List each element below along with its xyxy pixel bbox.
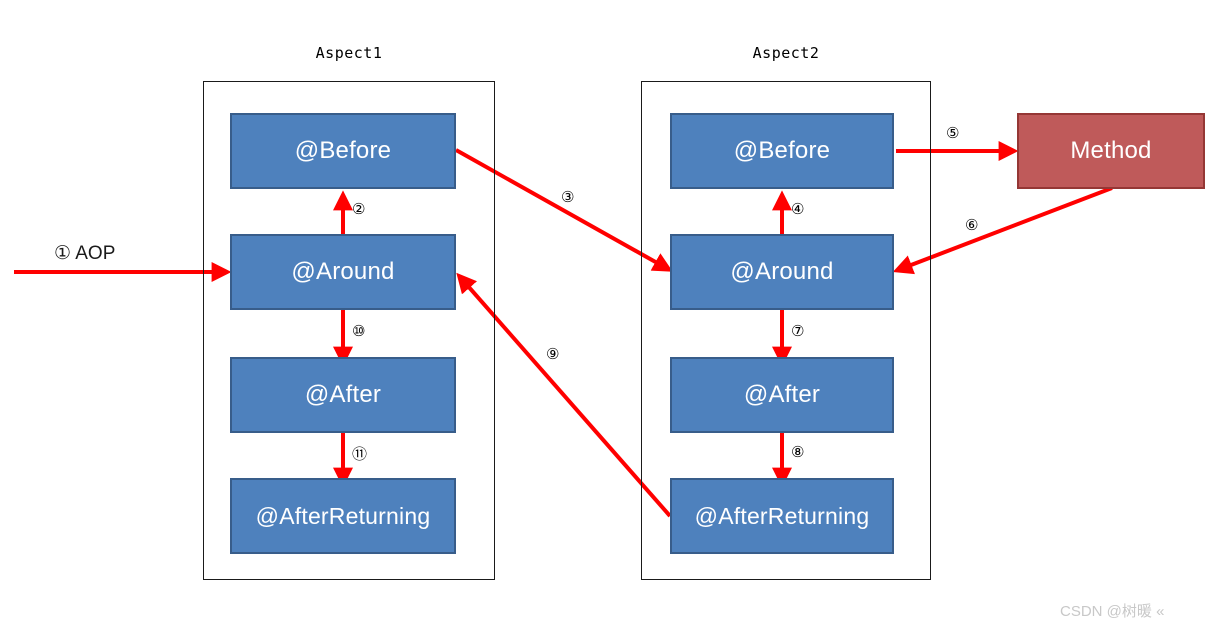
flow-label-2: ②	[352, 200, 366, 218]
flow-label-5: ⑤	[946, 124, 960, 142]
node-label: @Around	[730, 258, 834, 285]
node-aspect1-after[interactable]: @After	[230, 357, 456, 433]
node-label: @Around	[291, 258, 395, 285]
flow-label-1: ① AOP	[54, 243, 116, 264]
node-label: @After	[304, 381, 382, 408]
node-aspect1-afterreturning[interactable]: @AfterReturning	[230, 478, 456, 554]
flow-label-3: ③	[561, 188, 575, 206]
node-label: @AfterReturning	[255, 502, 431, 529]
node-aspect2-around[interactable]: @Around	[670, 234, 894, 310]
csdn-watermark: CSDN @树暖 «	[1060, 603, 1165, 620]
node-label: @Before	[733, 137, 831, 164]
flow-label-6: ⑥	[965, 216, 979, 234]
node-label: @AfterReturning	[694, 502, 870, 529]
node-method[interactable]: Method	[1017, 113, 1205, 189]
node-aspect2-afterreturning[interactable]: @AfterReturning	[670, 478, 894, 554]
flow-label-8: ⑧	[791, 443, 805, 461]
node-label: Method	[1070, 137, 1152, 164]
aspect1-title: Aspect1	[315, 44, 383, 62]
flow-label-10: ⑩	[352, 322, 366, 340]
flow-label-4: ④	[791, 200, 805, 218]
aspect2-title: Aspect2	[752, 44, 820, 62]
node-label: @Before	[294, 137, 392, 164]
flow-label-11: ⑪	[352, 445, 368, 463]
node-aspect2-before[interactable]: @Before	[670, 113, 894, 189]
flow-label-7: ⑦	[791, 322, 805, 340]
node-aspect2-after[interactable]: @After	[670, 357, 894, 433]
node-aspect1-before[interactable]: @Before	[230, 113, 456, 189]
node-label: @After	[743, 381, 821, 408]
diagram-arrow-layer	[14, 141, 1113, 518]
node-aspect1-around[interactable]: @Around	[230, 234, 456, 310]
flow-label-9: ⑨	[546, 345, 560, 363]
